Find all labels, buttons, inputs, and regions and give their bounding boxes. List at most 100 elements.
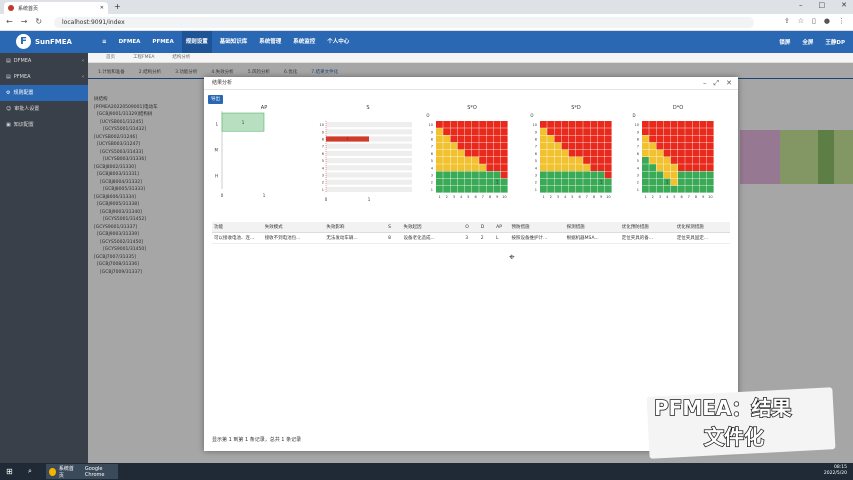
so-matrix-col-label: 4 <box>460 195 463 199</box>
so-matrix-cell <box>486 185 494 193</box>
do-matrix-cell <box>685 178 692 186</box>
fullscreen-button[interactable]: 全屏 <box>802 38 813 46</box>
column-header[interactable]: O <box>463 222 479 233</box>
so-matrix-cell <box>450 171 458 179</box>
so-matrix-cell <box>436 128 443 135</box>
sd-matrix-cell <box>604 149 612 157</box>
top-menu: ≡ DFMEA PFMEA 规则设置 基础知识库 系统管理 系统监控 个人中心 <box>98 31 353 53</box>
share-icon[interactable]: ⇪ <box>784 17 790 25</box>
close-tab-icon[interactable]: ✕ <box>100 5 104 11</box>
column-header[interactable]: 失效起因 <box>401 222 464 233</box>
so-matrix-cell <box>486 142 494 150</box>
menu-rules[interactable]: 规则设置 <box>181 31 212 53</box>
column-header[interactable]: 功能 <box>212 222 263 233</box>
table-row[interactable]: 可以接收电池、连... 接收不到电池包... 无法发动车辆... 8 设备老化造成...… <box>212 232 730 244</box>
column-header[interactable]: S <box>386 222 402 233</box>
lock-button[interactable]: 锁屏 <box>779 38 790 46</box>
windows-start-icon[interactable]: ⊞ <box>6 467 13 476</box>
sd-matrix-row-label: 10 <box>533 123 537 127</box>
new-tab-button[interactable]: + <box>114 2 121 11</box>
menu-dfmea[interactable]: DFMEA <box>115 31 145 53</box>
maximize-icon[interactable]: □ <box>819 1 826 9</box>
do-matrix-cell <box>692 142 700 150</box>
menu-personal[interactable]: 个人中心 <box>323 31 353 53</box>
so-matrix-axis-letter: O <box>426 113 429 118</box>
s-bar-bg <box>326 165 412 171</box>
so-matrix-cell-value: 1 <box>496 180 499 185</box>
sd-matrix-cell <box>583 149 590 157</box>
sidebar-item-pfmea[interactable]: ▤ PFMEA ‹ <box>0 69 88 85</box>
profile-icon[interactable]: ● <box>824 17 830 25</box>
maximize-icon[interactable]: ⤢ <box>714 79 720 88</box>
menu-pfmea[interactable]: PFMEA <box>148 31 177 53</box>
close-window-icon[interactable]: ✕ <box>841 1 847 9</box>
column-header[interactable]: 失效影响 <box>324 222 387 233</box>
taskbar-chrome-app[interactable]: 系统首页 Google Chrome <box>46 464 118 479</box>
column-header[interactable]: 优化预防措施 <box>619 222 675 233</box>
sidebar-item-dfmea[interactable]: ▤ DFMEA ‹ <box>0 53 88 69</box>
sd-matrix-cell <box>597 171 605 179</box>
star-icon[interactable]: ☆ <box>798 17 804 25</box>
so-matrix-cell <box>457 157 465 164</box>
do-matrix-cell <box>656 185 664 193</box>
sidepanel-icon[interactable]: ▯ <box>812 17 816 25</box>
menu-knowledge[interactable]: 基础知识库 <box>216 31 252 53</box>
so-matrix-cell <box>472 157 479 164</box>
so-matrix-cell <box>450 149 458 157</box>
close-icon[interactable]: ✕ <box>726 79 732 88</box>
do-matrix-cell <box>706 185 714 193</box>
column-header[interactable]: 预防措施 <box>509 222 565 233</box>
so-matrix-cell <box>479 164 486 171</box>
chevron-icon: ‹ <box>82 58 84 64</box>
search-icon[interactable]: ⌕ <box>28 467 32 476</box>
do-matrix-cell <box>692 128 700 135</box>
user-button[interactable]: 王静DP <box>825 38 845 46</box>
back-icon[interactable]: ← <box>6 17 13 26</box>
minimize-icon[interactable]: – <box>703 79 707 88</box>
do-matrix-col-label: 4 <box>666 195 669 199</box>
sidebar-item-knowledge[interactable]: ▣ 知识配置 <box>0 117 88 133</box>
so-matrix-row-label: 6 <box>431 152 433 156</box>
so-matrix-cell <box>436 171 443 179</box>
s-tick-label: 4 <box>322 166 325 170</box>
sd-matrix-cell <box>576 178 583 186</box>
page-tab[interactable]: 首页 <box>106 53 115 62</box>
gear-icon: ⚙ <box>6 90 11 96</box>
page-tab[interactable]: 工程FMEA <box>133 53 154 62</box>
sd-matrix-cell <box>604 121 612 128</box>
sidebar-item-approver[interactable]: ☺ 审批人设置 <box>0 101 88 117</box>
sd-matrix-cell <box>604 157 612 164</box>
so-matrix-cell <box>457 185 465 193</box>
sd-matrix-cell <box>554 121 562 128</box>
table-cell: 根据机器MSA... <box>564 232 620 244</box>
sd-matrix-cell <box>547 171 554 179</box>
sd-matrix-cell <box>590 178 598 186</box>
browser-tab[interactable]: 系统首页 ✕ <box>4 2 108 14</box>
column-header[interactable]: 探测措施 <box>564 222 620 233</box>
caption-line-1: PFMEA：结果 <box>653 395 792 421</box>
forward-icon[interactable]: → <box>21 17 28 26</box>
sidebar-item-rules[interactable]: ⚙ 规则配置 <box>0 85 88 101</box>
menu-system[interactable]: 系统管理 <box>255 31 285 53</box>
do-matrix-cell <box>685 185 692 193</box>
menu-monitor[interactable]: 系统监控 <box>289 31 319 53</box>
do-matrix-cell <box>656 121 664 128</box>
page-tab[interactable]: 结构分析 <box>172 53 190 62</box>
do-matrix-col-label: 5 <box>673 195 675 199</box>
column-header[interactable]: AP <box>494 222 510 233</box>
url-input[interactable]: localhost:9091/index <box>54 17 754 28</box>
so-matrix-col-label: 10 <box>502 195 506 199</box>
menu-icon[interactable]: ⋮ <box>838 17 845 25</box>
do-matrix-cell <box>678 171 685 179</box>
hamburger-icon[interactable]: ≡ <box>98 31 111 53</box>
column-header[interactable]: 优化探测措施 <box>674 222 730 233</box>
column-header[interactable]: 失效模式 <box>262 222 325 233</box>
sd-matrix-cell <box>604 135 612 143</box>
minimize-icon[interactable]: – <box>799 1 803 9</box>
table-cell: 定位夹具的备... <box>619 232 675 244</box>
s-bar-label: 1 <box>346 137 348 141</box>
do-matrix-cell <box>663 121 671 128</box>
reload-icon[interactable]: ↻ <box>35 17 42 26</box>
sd-matrix-cell <box>604 185 612 193</box>
column-header[interactable]: D <box>478 222 495 233</box>
